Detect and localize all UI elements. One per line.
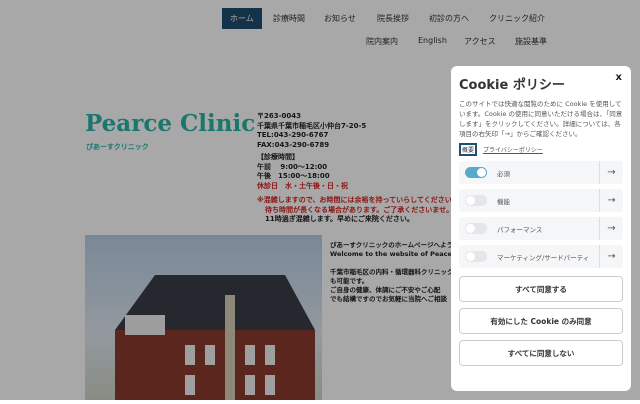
category-label: 必須 xyxy=(497,169,510,178)
toggle-marketing[interactable] xyxy=(465,251,487,262)
toggle-functional[interactable] xyxy=(465,195,487,206)
cookie-dialog: Cookie ポリシー x このサイトでは快適な閲覧のために Cookie を使… xyxy=(451,66,631,391)
category-label: マーケティング/サードパーティ xyxy=(497,253,590,262)
cookie-category-functional: 機能 → xyxy=(459,189,623,212)
toggle-performance[interactable] xyxy=(465,223,487,234)
accept-selected-button[interactable]: 有効にした Cookie のみ同意 xyxy=(459,308,623,334)
toggle-required[interactable] xyxy=(465,167,487,178)
cookie-title: Cookie ポリシー xyxy=(459,78,565,93)
cookie-category-required: 必須 → xyxy=(459,161,623,184)
privacy-policy-link[interactable]: プライバシーポリシー xyxy=(483,145,543,154)
category-label: パフォーマンス xyxy=(497,225,543,234)
accept-all-button[interactable]: すべて同意する xyxy=(459,276,623,302)
arrow-right-icon[interactable]: → xyxy=(599,217,623,240)
close-icon[interactable]: x xyxy=(616,72,622,83)
reject-all-button[interactable]: すべてに同意しない xyxy=(459,340,623,366)
summary-tab[interactable]: 概要 xyxy=(459,143,478,156)
arrow-right-icon[interactable]: → xyxy=(599,161,623,184)
cookie-category-performance: パフォーマンス → xyxy=(459,217,623,240)
cookie-description: このサイトでは快適な閲覧のために Cookie を使用しています。Cookie … xyxy=(459,100,623,138)
arrow-right-icon[interactable]: → xyxy=(599,189,623,212)
cookie-category-marketing: マーケティング/サードパーティ → xyxy=(459,245,623,268)
category-label: 機能 xyxy=(497,197,510,206)
arrow-right-icon[interactable]: → xyxy=(599,245,623,268)
